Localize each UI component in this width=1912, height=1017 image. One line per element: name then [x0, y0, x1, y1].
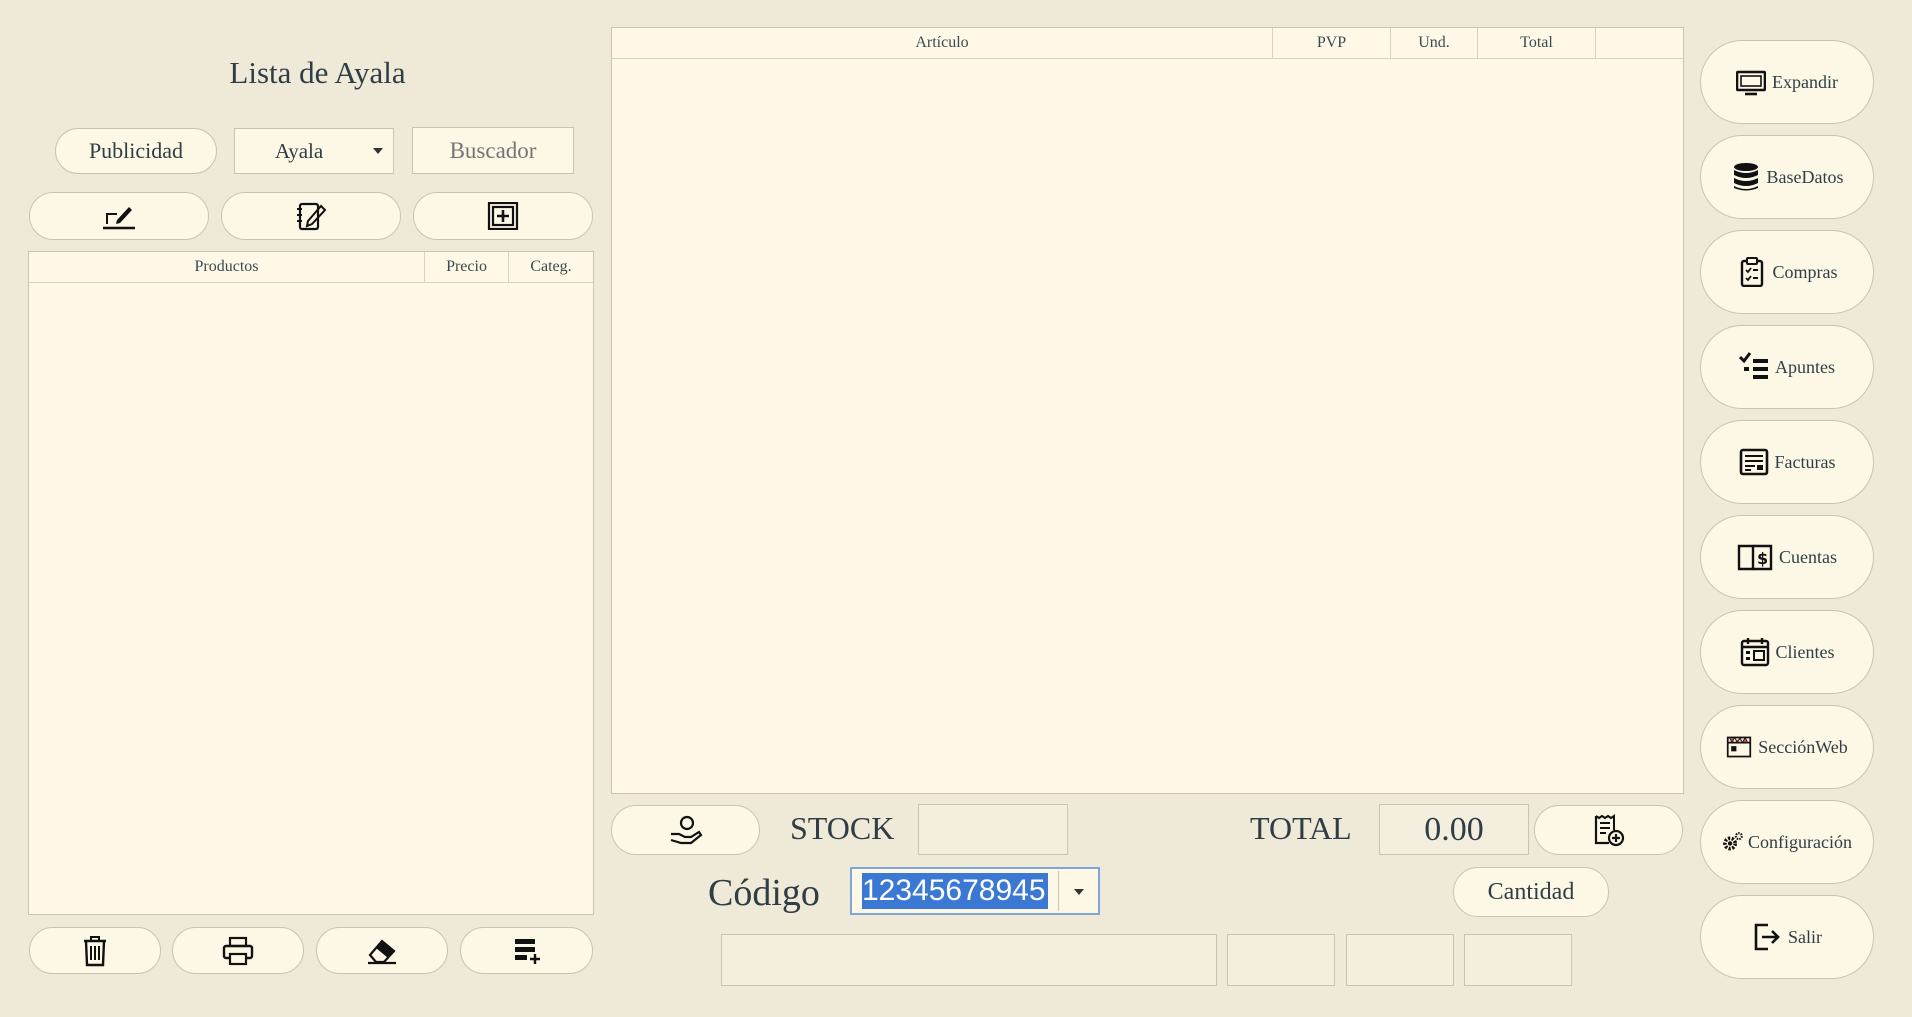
- column-header-categ[interactable]: Categ.: [509, 252, 593, 283]
- trash-icon: [84, 935, 106, 966]
- column-header-articulo[interactable]: Artículo: [612, 28, 1273, 59]
- sidebar-item-label: Configuración: [1748, 831, 1852, 852]
- print-button[interactable]: [172, 927, 304, 974]
- list-select[interactable]: Ayala: [234, 128, 394, 174]
- column-header-total[interactable]: Total: [1478, 28, 1596, 59]
- exit-icon: [1754, 923, 1780, 951]
- sidebar-item-label: Clientes: [1775, 641, 1835, 662]
- database-icon: [1733, 163, 1758, 191]
- delete-button[interactable]: [29, 927, 161, 974]
- printer-icon: [222, 936, 254, 965]
- sidebar-item-label: Salir: [1788, 926, 1822, 947]
- calendar-icon: [1740, 638, 1769, 667]
- sidebar-item-salir[interactable]: Salir: [1700, 895, 1874, 979]
- cantidad-button[interactable]: Cantidad: [1453, 867, 1609, 917]
- receipt-add-icon: [1594, 814, 1624, 847]
- gears-icon: [1723, 832, 1743, 851]
- publicidad-button[interactable]: Publicidad: [55, 128, 217, 174]
- column-header-pvp[interactable]: PVP: [1273, 28, 1391, 59]
- notes-edit-button[interactable]: [221, 192, 401, 240]
- extra-field-1[interactable]: [1227, 934, 1335, 986]
- clear-button[interactable]: [316, 927, 448, 974]
- search-input[interactable]: [412, 127, 574, 174]
- extra-field-2[interactable]: [1346, 934, 1454, 986]
- add-list-button[interactable]: [460, 927, 593, 974]
- ticket-table[interactable]: Artículo PVP Und. Total: [611, 27, 1684, 794]
- monitor-icon: [1736, 70, 1766, 96]
- sidebar-item-label: SecciónWeb: [1758, 736, 1848, 757]
- codigo-label: Código: [708, 872, 820, 914]
- list-title: Lista de Ayala: [229, 55, 406, 90]
- sidebar-item-cuentas[interactable]: $ Cuentas: [1700, 515, 1874, 599]
- add-product-button[interactable]: [413, 192, 593, 240]
- sidebar-item-facturas[interactable]: Facturas: [1700, 420, 1874, 504]
- sidebar-item-label: Facturas: [1774, 451, 1836, 472]
- checklist-icon: [1739, 352, 1768, 379]
- sidebar-item-label: Compras: [1772, 261, 1838, 282]
- sidebar-item-seccionweb[interactable]: SecciónWeb: [1700, 705, 1874, 789]
- description-field[interactable]: [721, 934, 1217, 986]
- column-header-productos[interactable]: Productos: [29, 252, 425, 283]
- chevron-down-icon: [1074, 889, 1084, 895]
- add-ticket-button[interactable]: [1534, 805, 1683, 855]
- chevron-down-icon: [373, 148, 383, 154]
- sidebar-item-expandir[interactable]: Expandir: [1700, 40, 1874, 124]
- svg-text:$: $: [1757, 549, 1768, 568]
- stock-label: STOCK: [790, 810, 895, 846]
- ledger-icon: $: [1737, 544, 1773, 571]
- column-header-und[interactable]: Und.: [1391, 28, 1478, 59]
- sidebar-item-label: Expandir: [1772, 71, 1838, 92]
- column-header-blank: [1596, 28, 1683, 59]
- list-select-value: Ayala: [275, 138, 324, 163]
- clipboard-icon: [1740, 257, 1763, 287]
- sidebar-item-clientes[interactable]: Clientes: [1700, 610, 1874, 694]
- codigo-combobox[interactable]: 12345678945: [850, 867, 1100, 915]
- sidebar-item-apuntes[interactable]: Apuntes: [1700, 325, 1874, 409]
- sidebar-item-label: Cuentas: [1779, 546, 1837, 567]
- products-table[interactable]: Productos Precio Categ.: [28, 251, 594, 915]
- list-add-icon: [514, 938, 540, 964]
- sidebar-item-basedatos[interactable]: BaseDatos: [1700, 135, 1874, 219]
- notebook-edit-icon: [297, 202, 327, 231]
- extra-field-3[interactable]: [1464, 934, 1572, 986]
- web-section-icon: [1727, 736, 1752, 758]
- total-field: 0.00: [1379, 804, 1529, 855]
- sidebar-item-configuracion[interactable]: Configuración: [1700, 800, 1874, 884]
- sidebar-item-label: BaseDatos: [1766, 166, 1844, 187]
- codigo-dropdown[interactable]: [1058, 871, 1098, 911]
- total-label: TOTAL: [1250, 810, 1352, 846]
- eraser-icon: [368, 938, 396, 964]
- edit-product-button[interactable]: [29, 192, 209, 240]
- sidebar-item-label: Apuntes: [1775, 356, 1835, 377]
- invoice-icon: [1739, 448, 1768, 476]
- sidebar-item-compras[interactable]: Compras: [1700, 230, 1874, 314]
- column-header-precio[interactable]: Precio: [425, 252, 509, 283]
- hand-coin-icon: [670, 815, 702, 845]
- edit-line-icon: [103, 207, 135, 230]
- plus-square-icon: [487, 202, 519, 230]
- codigo-input[interactable]: 12345678945: [862, 873, 1048, 909]
- stock-field: [918, 804, 1068, 855]
- payment-button[interactable]: [611, 805, 760, 855]
